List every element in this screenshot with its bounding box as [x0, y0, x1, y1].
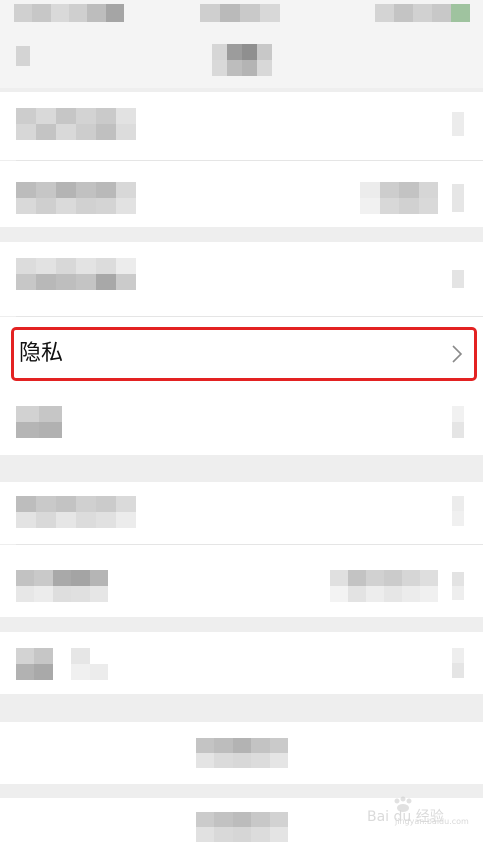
blurred-row-label-1 — [16, 108, 136, 140]
blurred-chevron-5 — [452, 406, 464, 438]
baidu-jingyan-watermark: Bai du 经验 jingyan.baidu.com — [367, 796, 469, 836]
blurred-chevron-7 — [452, 572, 464, 600]
blurred-chevron-6 — [452, 496, 464, 526]
blurred-row-label-3 — [16, 258, 136, 290]
blurred-chevron-2 — [452, 184, 464, 212]
watermark-url: jingyan.baidu.com — [395, 817, 469, 826]
blurred-back-button[interactable] — [16, 46, 30, 66]
blurred-chevron-3 — [452, 270, 464, 288]
blurred-row-label-2 — [16, 182, 136, 214]
blurred-status-center — [200, 4, 280, 22]
highlight-box — [11, 327, 477, 381]
blurred-row-value-2 — [360, 182, 438, 214]
blurred-chevron-8 — [452, 648, 464, 678]
blurred-page-title — [212, 44, 272, 76]
blurred-row-label-5 — [16, 406, 62, 438]
blurred-chevron-1 — [452, 112, 464, 136]
blurred-row-label-6 — [16, 496, 136, 528]
blurred-action-label-1 — [196, 738, 288, 768]
blurred-status-left — [14, 4, 124, 22]
blurred-row-label-7 — [16, 570, 108, 602]
blurred-row-label-8 — [16, 648, 108, 680]
blurred-action-label-2 — [196, 812, 288, 842]
settings-screen: 隐私 Bai du 经验 jingyan.baidu.com — [0, 0, 483, 854]
settings-row-5[interactable] — [0, 389, 483, 455]
blurred-status-right — [375, 4, 470, 22]
blurred-row-value-7 — [330, 570, 438, 602]
